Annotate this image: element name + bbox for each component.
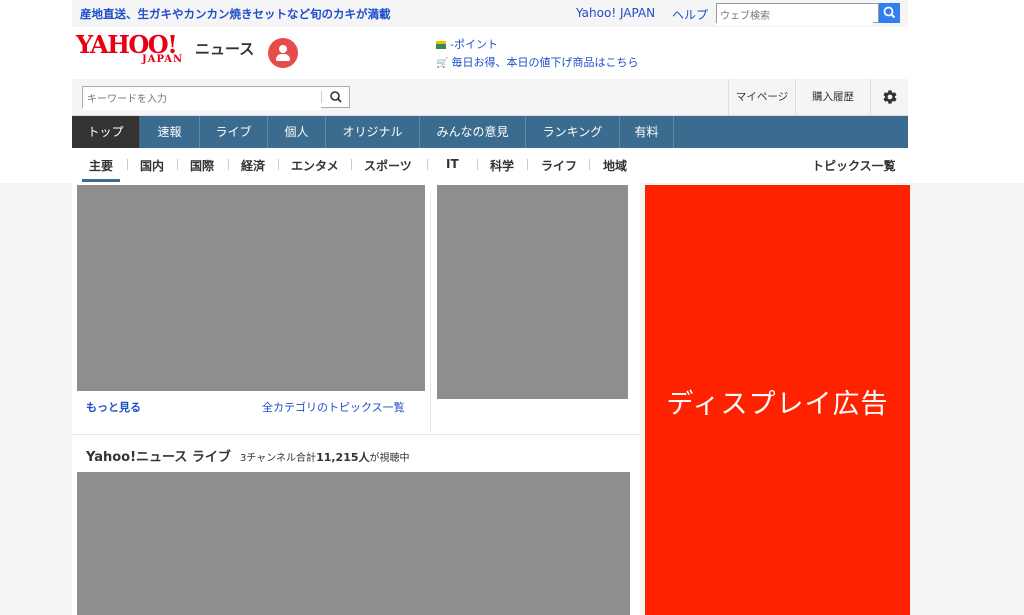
web-search-button[interactable]: [879, 3, 900, 23]
tab-individual[interactable]: 個人: [268, 116, 326, 148]
avatar-head: [279, 45, 287, 53]
search-icon: [330, 91, 342, 103]
live-meta-prefix: 3チャンネル合計: [240, 453, 317, 464]
purchase-history-button[interactable]: 購入履歴: [795, 79, 870, 115]
category-separator: [351, 159, 352, 170]
keyword-search-button[interactable]: [327, 89, 345, 105]
category-entertainment[interactable]: エンタメ: [291, 157, 339, 174]
cart-icon: 🛒: [436, 58, 449, 69]
search-bar: マイページ 購入履歴: [72, 79, 908, 116]
site-header: YAHOO! JAPAN ニュース -ポイント 🛒 毎日お得、本日の値下げ商品はこ…: [72, 27, 908, 80]
point-link[interactable]: -ポイント: [436, 36, 498, 52]
category-nav: 主要 国内 国際 経済 エンタメ スポーツ IT 科学 ライフ 地域 トピックス…: [72, 148, 908, 182]
point-icon: [436, 41, 446, 49]
live-viewer-count: 11,215人: [316, 451, 370, 464]
headline-image[interactable]: [77, 185, 425, 391]
keyword-search-box: [82, 86, 350, 110]
main-content: もっと見る 全カテゴリのトピックス一覧 Yahoo!ニュース ライブ 3チャンネ…: [72, 183, 640, 615]
display-ad-label: ディスプレイ広告: [666, 389, 889, 420]
search-divider: [321, 91, 322, 103]
search-icon: [883, 6, 896, 19]
tab-paid[interactable]: 有料: [620, 116, 674, 148]
news-logo[interactable]: ニュース: [195, 38, 254, 59]
category-sports[interactable]: スポーツ: [364, 157, 412, 174]
category-domestic[interactable]: 国内: [140, 157, 164, 174]
help-link[interactable]: ヘルプ: [672, 6, 708, 23]
web-search-input[interactable]: [717, 7, 873, 26]
settings-button[interactable]: [870, 79, 908, 115]
topics-list-link[interactable]: トピックス一覧: [812, 157, 896, 174]
category-separator: [527, 159, 528, 170]
category-separator: [127, 159, 128, 170]
deal-link[interactable]: 🛒 毎日お得、本日の値下げ商品はこちら: [436, 54, 638, 70]
live-section-title[interactable]: Yahoo!ニュース ライブ: [86, 446, 231, 465]
mypage-button[interactable]: マイページ: [728, 79, 795, 115]
category-separator: [278, 159, 279, 170]
category-it[interactable]: IT: [446, 157, 459, 171]
category-separator: [477, 159, 478, 170]
more-link[interactable]: もっと見る: [86, 399, 141, 415]
yahoo-japan-link[interactable]: Yahoo! JAPAN: [576, 6, 655, 20]
live-meta-suffix: が視聴中: [369, 453, 410, 464]
category-main[interactable]: 主要: [89, 157, 113, 174]
tab-original[interactable]: オリジナル: [326, 116, 420, 148]
category-economy[interactable]: 経済: [241, 157, 265, 174]
yahoo-logo-japan: JAPAN: [142, 54, 184, 65]
category-science[interactable]: 科学: [490, 157, 514, 174]
active-category-indicator: [82, 179, 120, 182]
tab-opinions[interactable]: みんなの意見: [420, 116, 526, 148]
all-categories-link[interactable]: 全カテゴリのトピックス一覧: [262, 399, 405, 415]
promo-bar: 産地直送、生ガキやカンカン焼きセットなど旬のカキが満載 Yahoo! JAPAN…: [72, 0, 908, 27]
section-divider: [72, 434, 640, 435]
column-divider: [430, 193, 431, 433]
global-nav: トップ 速報 ライブ 個人 オリジナル みんなの意見 ランキング 有料: [72, 116, 908, 148]
category-international[interactable]: 国際: [190, 157, 214, 174]
deal-label: 毎日お得、本日の値下げ商品はこちら: [451, 56, 639, 69]
category-separator: [589, 159, 590, 170]
tab-ranking[interactable]: ランキング: [526, 116, 620, 148]
category-separator: [177, 159, 178, 170]
avatar-body: [276, 54, 290, 61]
category-separator: [427, 159, 428, 170]
category-region[interactable]: 地域: [603, 157, 627, 174]
live-viewer-info: 3チャンネル合計11,215人が視聴中: [240, 449, 410, 465]
category-life[interactable]: ライフ: [541, 157, 577, 174]
display-ad[interactable]: ディスプレイ広告: [645, 185, 910, 615]
category-separator: [228, 159, 229, 170]
live-video-player[interactable]: [77, 472, 630, 615]
keyword-search-input[interactable]: [83, 89, 321, 110]
tab-live[interactable]: ライブ: [200, 116, 268, 148]
promo-link[interactable]: 産地直送、生ガキやカンカン焼きセットなど旬のカキが満載: [80, 6, 391, 22]
topics-image[interactable]: [437, 185, 628, 399]
tab-breaking[interactable]: 速報: [140, 116, 200, 148]
web-search-box: [716, 3, 879, 26]
user-avatar-icon[interactable]: [268, 38, 298, 68]
tab-top[interactable]: トップ: [72, 116, 140, 148]
point-label: -ポイント: [450, 38, 498, 51]
gear-icon: [883, 90, 896, 104]
